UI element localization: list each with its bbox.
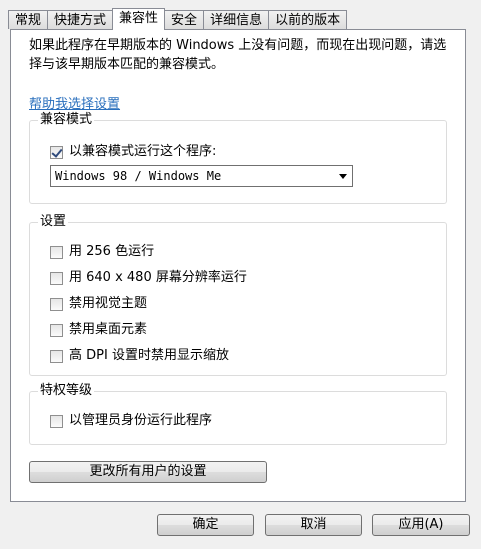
tab-details[interactable]: 详细信息 xyxy=(203,10,269,29)
compat-mode-title: 兼容模式 xyxy=(38,110,95,130)
run-as-admin-label: 以管理员身份运行此程序 xyxy=(69,413,213,428)
setting-640x480-row[interactable]: 用 640 x 480 屏幕分辨率运行 xyxy=(50,269,247,287)
run-as-admin-row[interactable]: 以管理员身份运行此程序 xyxy=(50,412,212,430)
setting-640x480-label: 用 640 x 480 屏幕分辨率运行 xyxy=(69,270,247,285)
compat-mode-checkbox-row[interactable]: 以兼容模式运行这个程序: xyxy=(50,143,216,161)
settings-group: 设置 用 256 色运行 用 640 x 480 屏幕分辨率运行 禁用视觉主题 … xyxy=(29,212,447,376)
compat-mode-group: 兼容模式 以兼容模式运行这个程序: Windows 98 / Windows M… xyxy=(29,110,447,204)
apply-button[interactable]: 应用(A) xyxy=(372,514,470,536)
setting-disable-themes-checkbox[interactable] xyxy=(50,297,63,311)
settings-title: 设置 xyxy=(38,212,69,232)
setting-disable-themes-label: 禁用视觉主题 xyxy=(69,296,148,311)
setting-256-colors-label: 用 256 色运行 xyxy=(69,244,155,259)
setting-disable-desktop-row[interactable]: 禁用桌面元素 xyxy=(50,321,147,339)
run-as-admin-checkbox[interactable] xyxy=(50,414,63,428)
cancel-button[interactable]: 取消 xyxy=(265,514,362,536)
setting-640x480-checkbox[interactable] xyxy=(50,271,63,285)
setting-disable-dpi-label: 高 DPI 设置时禁用显示缩放 xyxy=(69,348,229,363)
setting-disable-desktop-label: 禁用桌面元素 xyxy=(69,322,148,337)
description-text: 如果此程序在早期版本的 Windows 上没有问题，而现在出现问题，请选择与该早… xyxy=(29,38,447,72)
change-all-users-button[interactable]: 更改所有用户的设置 xyxy=(29,461,267,483)
tab-compatibility[interactable]: 兼容性 xyxy=(112,8,166,30)
setting-256-colors-row[interactable]: 用 256 色运行 xyxy=(50,243,154,261)
setting-256-colors-checkbox[interactable] xyxy=(50,245,63,259)
tab-strip: 常规 快捷方式 兼容性 安全 详细信息 以前的版本 xyxy=(8,8,348,30)
compatibility-panel: 如果此程序在早期版本的 Windows 上没有问题，而现在出现问题，请选择与该早… xyxy=(10,29,466,502)
compat-mode-checkbox-label: 以兼容模式运行这个程序: xyxy=(69,144,217,159)
compat-mode-checkbox[interactable] xyxy=(50,145,63,159)
setting-disable-dpi-checkbox[interactable] xyxy=(50,349,63,363)
setting-disable-desktop-checkbox[interactable] xyxy=(50,323,63,337)
tab-general[interactable]: 常规 xyxy=(8,10,48,29)
privilege-group: 特权等级 以管理员身份运行此程序 xyxy=(29,381,447,445)
privilege-title: 特权等级 xyxy=(38,381,95,401)
tab-previous-versions[interactable]: 以前的版本 xyxy=(268,10,348,29)
os-version-selected: Windows 98 / Windows Me xyxy=(55,169,222,183)
setting-disable-dpi-row[interactable]: 高 DPI 设置时禁用显示缩放 xyxy=(50,347,229,365)
tab-shortcut[interactable]: 快捷方式 xyxy=(47,10,113,29)
os-version-select[interactable]: Windows 98 / Windows Me xyxy=(50,165,353,187)
tab-security[interactable]: 安全 xyxy=(165,10,204,29)
chevron-down-icon[interactable] xyxy=(334,166,352,186)
setting-disable-themes-row[interactable]: 禁用视觉主题 xyxy=(50,295,147,313)
ok-button[interactable]: 确定 xyxy=(157,514,254,536)
